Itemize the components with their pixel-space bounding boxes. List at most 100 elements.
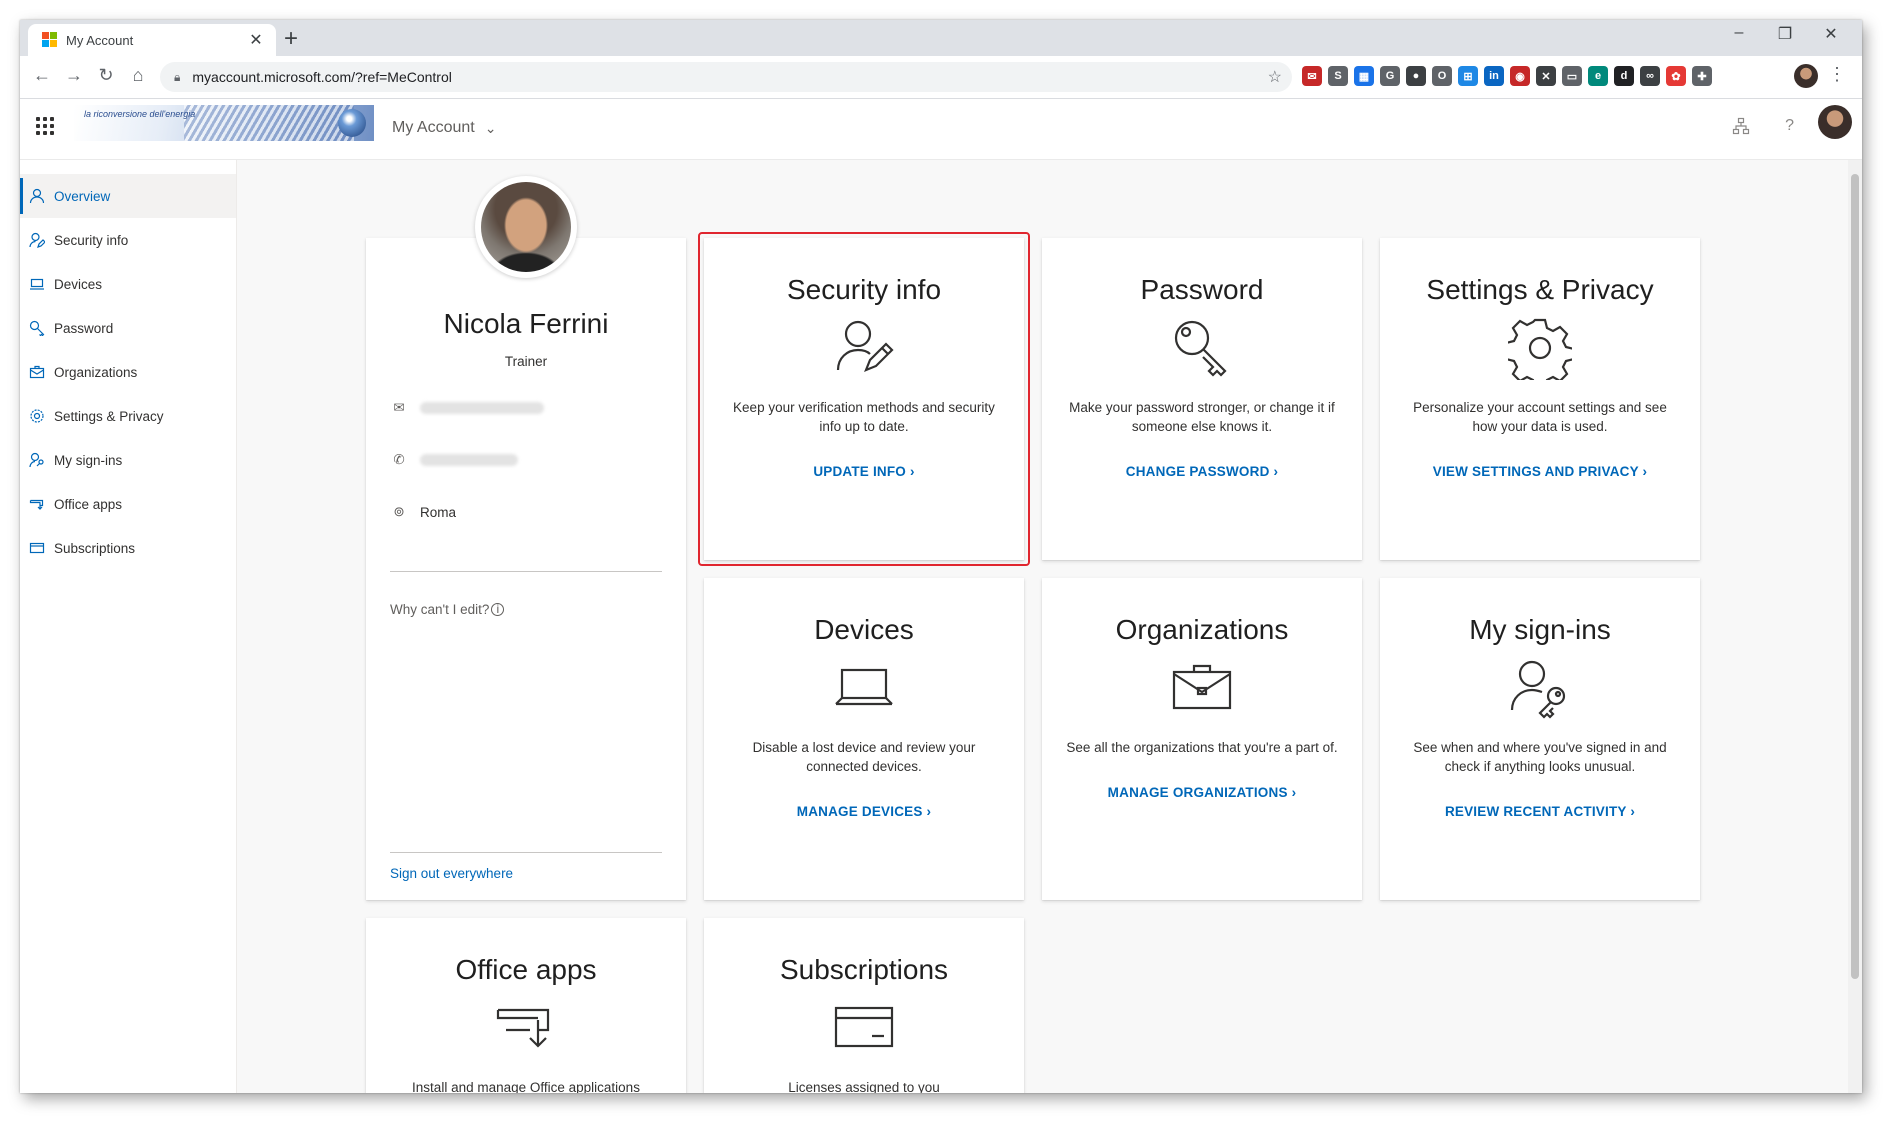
- sidebar-item-label: Password: [54, 320, 114, 336]
- office-apps-card[interactable]: Office apps Install and manage Office ap…: [366, 918, 686, 1093]
- sidebar-item-office-apps[interactable]: Office apps: [20, 482, 236, 526]
- close-window-button[interactable]: ✕: [1808, 24, 1854, 44]
- browser-toolbar: ← → ↻ ⌂ 🔒︎ myaccount.microsoft.com/?ref=…: [20, 56, 1862, 99]
- link-icon[interactable]: ∞: [1640, 66, 1660, 86]
- subscriptions-card[interactable]: Subscriptions Licenses assigned to you: [704, 918, 1024, 1093]
- sidebar-item-settings-privacy[interactable]: Settings & Privacy: [20, 394, 236, 438]
- maximize-button[interactable]: ❐: [1762, 24, 1808, 44]
- sidebar-item-devices[interactable]: Devices: [20, 262, 236, 306]
- sign-out-everywhere-link[interactable]: Sign out everywhere: [390, 866, 513, 881]
- url-text: myaccount.microsoft.com/?ref=MeControl: [192, 69, 452, 85]
- profile-location-row: ⊚ Roma: [390, 504, 456, 520]
- close-tab-icon[interactable]: ✕: [246, 30, 266, 50]
- profile-avatar-icon[interactable]: [1794, 64, 1818, 88]
- manage-devices-link[interactable]: MANAGE DEVICES ›: [704, 804, 1024, 819]
- sidebar-item-my-sign-ins[interactable]: My sign-ins: [20, 438, 236, 482]
- sidebar-item-password[interactable]: Password: [20, 306, 236, 350]
- app-launcher-icon[interactable]: [36, 117, 54, 135]
- laptop-icon: [28, 275, 46, 293]
- org-chart-icon[interactable]: [1732, 117, 1750, 140]
- back-arrow-icon[interactable]: ←: [30, 65, 54, 86]
- mute-icon[interactable]: ✕: [1536, 66, 1556, 86]
- profile-name: Nicola Ferrini: [443, 308, 609, 339]
- sidebar-item-label: Office apps: [54, 496, 123, 512]
- sidebar-item-overview[interactable]: Overview: [20, 174, 236, 218]
- more-menu-icon[interactable]: ⋮: [1828, 64, 1846, 85]
- linkedin-icon[interactable]: in: [1484, 66, 1504, 86]
- mail-icon[interactable]: ✉: [1302, 66, 1322, 86]
- laptop-icon: [832, 656, 896, 720]
- profile-role: Trainer: [504, 354, 548, 369]
- profile-photo: [475, 176, 577, 278]
- view-settings-link[interactable]: VIEW SETTINGS AND PRIVACY ›: [1380, 464, 1700, 479]
- phone-redacted: [420, 454, 518, 466]
- app-name-dropdown[interactable]: My Account ⌄: [392, 119, 496, 137]
- d-icon[interactable]: d: [1614, 66, 1634, 86]
- user-avatar[interactable]: [1818, 105, 1852, 139]
- sidebar-item-label: Subscriptions: [54, 540, 136, 556]
- info-icon: i: [491, 603, 505, 616]
- tab-title: My Account: [66, 32, 134, 48]
- cast-icon[interactable]: ▭: [1562, 66, 1582, 86]
- skype-icon[interactable]: S: [1328, 66, 1348, 86]
- sidebar-item-organizations[interactable]: Organizations: [20, 350, 236, 394]
- card-description: Licenses assigned to you: [788, 1080, 940, 1093]
- my-sign-ins-card[interactable]: My sign-ins See when and where you've si…: [1380, 578, 1700, 900]
- person-edit-icon: [28, 231, 46, 249]
- chevron-down-icon: ⌄: [484, 119, 497, 136]
- globe-icon: [338, 109, 366, 137]
- organizations-card[interactable]: Organizations See all the organizations …: [1042, 578, 1362, 900]
- devices-card[interactable]: Devices Disable a lost device and review…: [704, 578, 1024, 900]
- profile-location: Roma: [420, 504, 457, 520]
- page-scrollbar[interactable]: [1848, 160, 1862, 1093]
- phone-icon: ✆: [393, 452, 405, 467]
- edge-icon[interactable]: e: [1588, 66, 1608, 86]
- minimize-button[interactable]: –: [1716, 24, 1762, 42]
- why-cant-edit[interactable]: Why can't I edit? i: [390, 602, 505, 617]
- highlight-box: [698, 232, 1030, 566]
- gear-icon: [1504, 316, 1576, 390]
- bookmark-star-icon[interactable]: ☆: [1268, 67, 1282, 87]
- color-icon[interactable]: ✿: [1666, 66, 1686, 86]
- home-icon[interactable]: ⌂: [126, 65, 150, 86]
- forward-arrow-icon[interactable]: →: [62, 65, 86, 86]
- new-tab-button[interactable]: +: [284, 25, 298, 53]
- browser-tab[interactable]: My Account ✕: [28, 24, 276, 56]
- address-bar[interactable]: 🔒︎ myaccount.microsoft.com/?ref=MeContro…: [160, 62, 1292, 92]
- password-card[interactable]: Password Make your password stronger, or…: [1042, 238, 1362, 560]
- reload-icon[interactable]: ↻: [94, 65, 118, 86]
- person-key-icon: [28, 451, 46, 469]
- settings-privacy-card[interactable]: Settings & Privacy Personalize your acco…: [1380, 238, 1700, 560]
- card-title: Password: [1140, 274, 1264, 305]
- sidebar-item-label: Overview: [54, 188, 111, 204]
- google-icon[interactable]: G: [1380, 66, 1400, 86]
- card-title: Subscriptions: [779, 954, 949, 985]
- review-recent-activity-link[interactable]: REVIEW RECENT ACTIVITY ›: [1380, 804, 1700, 819]
- windows-icon[interactable]: ⊞: [1458, 66, 1478, 86]
- mail-icon: ✉: [393, 400, 405, 415]
- grid-icon[interactable]: ▦: [1354, 66, 1374, 86]
- sidebar-item-label: My sign-ins: [54, 452, 123, 468]
- sidebar-item-subscriptions[interactable]: Subscriptions: [20, 526, 236, 570]
- tab-strip: My Account ✕ + – ❐ ✕: [20, 20, 1862, 56]
- office-icon[interactable]: O: [1432, 66, 1452, 86]
- card-description: Install and manage Office applications: [412, 1080, 640, 1093]
- company-logo[interactable]: la riconversione dell'energia: [74, 105, 374, 141]
- record-icon[interactable]: ◉: [1510, 66, 1530, 86]
- location-icon: ⊚: [393, 504, 405, 519]
- card-title: Organizations: [1115, 614, 1289, 645]
- card-title: Devices: [814, 614, 914, 645]
- card-icon: [832, 996, 896, 1060]
- change-password-link[interactable]: CHANGE PASSWORD ›: [1042, 464, 1362, 479]
- manage-organizations-link[interactable]: MANAGE ORGANIZATIONS ›: [1042, 785, 1362, 800]
- puzzle-icon[interactable]: ✚: [1692, 66, 1712, 86]
- email-redacted: [420, 402, 544, 414]
- card-title: Office apps: [455, 954, 597, 985]
- card-description: Disable a lost device and review your co…: [752, 740, 976, 774]
- extensions-bar: ✉ S ▦ G ● O ⊞ in ◉ ✕ ▭ e d ∞ ✿ ✚: [1302, 66, 1712, 86]
- briefcase-icon: [1170, 656, 1234, 720]
- help-icon[interactable]: ?: [1785, 117, 1794, 135]
- sidebar-item-label: Settings & Privacy: [54, 408, 164, 424]
- sidebar-item-security-info[interactable]: Security info: [20, 218, 236, 262]
- circle-icon[interactable]: ●: [1406, 66, 1426, 86]
